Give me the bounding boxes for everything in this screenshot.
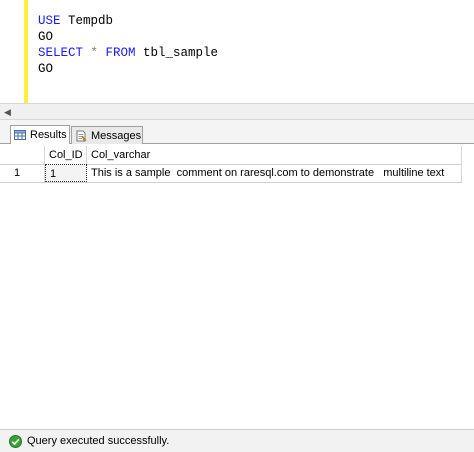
table-row[interactable]: 1 1 This is a sample comment on raresql.… xyxy=(0,164,462,183)
query-editor[interactable]: USE Tempdb GO SELECT * FROM tbl_sample GO xyxy=(0,0,474,103)
keyword: USE xyxy=(38,14,61,28)
row-number-header[interactable] xyxy=(10,146,45,164)
editor-gutter xyxy=(0,0,25,103)
results-grid[interactable]: Col_ID Col_varchar 1 1 This is a sample … xyxy=(0,144,474,429)
column-header-col-id[interactable]: Col_ID xyxy=(45,146,87,164)
tab-messages-label: Messages xyxy=(91,129,142,142)
status-text: Query executed successfully. xyxy=(27,435,170,447)
code-text[interactable]: USE Tempdb GO SELECT * FROM tbl_sample GO xyxy=(38,13,218,77)
tab-results-label: Results xyxy=(30,129,67,141)
messages-icon xyxy=(76,130,87,141)
operator: * xyxy=(83,46,106,60)
batch-separator: GO xyxy=(38,62,54,76)
code-line-1: USE Tempdb xyxy=(38,13,218,29)
results-tabstrip: Results Messages xyxy=(0,120,474,144)
grid-header-row: Col_ID Col_varchar xyxy=(0,146,462,165)
cell-col-id[interactable]: 1 xyxy=(45,164,87,182)
code-line-2: GO xyxy=(38,29,218,45)
identifier: Tempdb xyxy=(60,14,114,28)
batch-separator: GO xyxy=(38,30,54,44)
change-tracking-bar xyxy=(24,0,28,103)
success-check-icon xyxy=(9,434,22,448)
grid-icon xyxy=(14,130,26,140)
scroll-left-arrow-icon[interactable]: ◀ xyxy=(4,107,11,118)
editor-horizontal-scrollbar[interactable]: ◀ xyxy=(0,103,474,120)
code-line-3: SELECT * FROM tbl_sample xyxy=(38,45,218,61)
row-number-cell[interactable]: 1 xyxy=(10,164,45,182)
code-line-4: GO xyxy=(38,61,218,77)
keyword: SELECT xyxy=(38,46,84,60)
status-bar: Query executed successfully. xyxy=(0,429,474,452)
keyword: FROM xyxy=(105,46,136,60)
column-header-col-varchar[interactable]: Col_varchar xyxy=(87,146,462,164)
tab-results[interactable]: Results xyxy=(10,125,70,144)
tab-messages[interactable]: Messages xyxy=(71,126,143,144)
identifier: tbl_sample xyxy=(135,46,219,60)
cell-col-varchar[interactable]: This is a sample comment on raresql.com … xyxy=(87,164,462,182)
